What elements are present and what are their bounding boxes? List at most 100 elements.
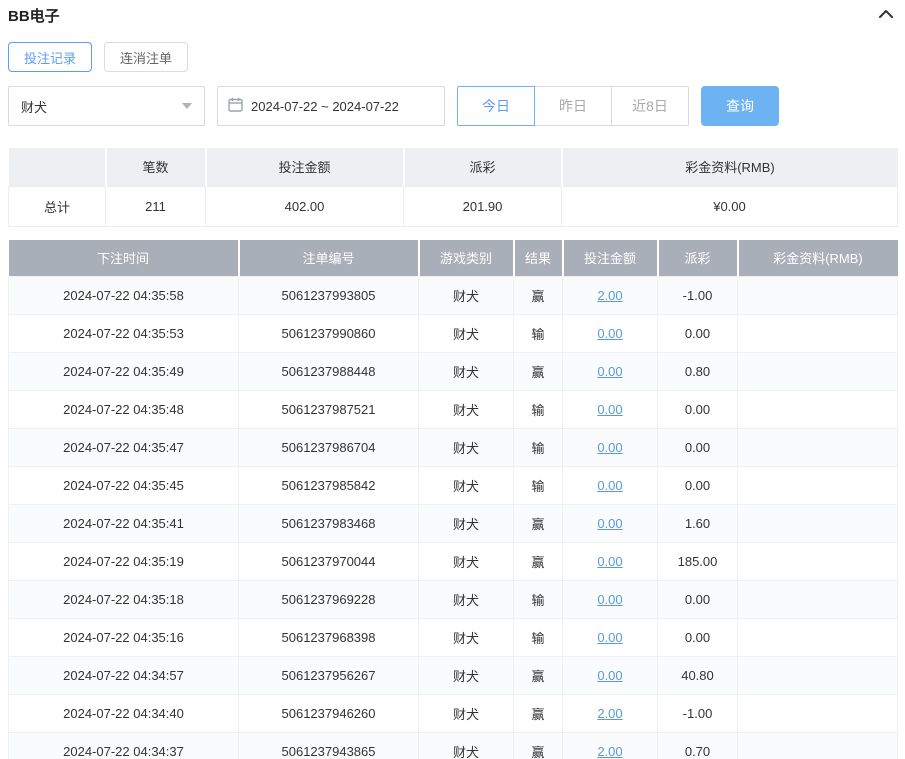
- bet-amount-link[interactable]: 2.00: [597, 288, 622, 303]
- row-order-id: 5061237970044: [238, 542, 419, 581]
- quick-range-last8days-button[interactable]: 近8日: [611, 86, 689, 126]
- table-row: 2024-07-22 04:34:37 5061237943865 财犬赢 2.00 0…: [8, 732, 898, 759]
- row-result: 输: [513, 580, 563, 619]
- row-bet-time: 2024-07-22 04:35:48: [8, 390, 239, 429]
- row-result: 赢: [513, 352, 563, 391]
- summary-header-bet-amount: 投注金额: [204, 148, 404, 186]
- date-range-picker[interactable]: 2024-07-22 ~ 2024-07-22: [217, 86, 445, 126]
- quick-range-group: 今日 昨日 近8日: [457, 86, 689, 126]
- row-order-id: 5061237987521: [238, 390, 419, 429]
- row-order-id: 5061237983468: [238, 504, 419, 543]
- row-bet-time: 2024-07-22 04:35:53: [8, 314, 239, 353]
- date-range-value: 2024-07-22 ~ 2024-07-22: [251, 98, 399, 114]
- tab-label: 连消注单: [120, 50, 173, 66]
- row-game-type: 财犬: [418, 352, 514, 391]
- summary-bet-amount-value: 402.00: [205, 185, 404, 227]
- row-result: 赢: [513, 542, 563, 581]
- row-bet-amount-cell: 0.00: [562, 542, 658, 581]
- row-order-id: 5061237985842: [238, 466, 419, 505]
- bet-amount-link[interactable]: 0.00: [597, 364, 622, 379]
- collapse-panel-button[interactable]: [875, 4, 897, 27]
- row-game-type: 财犬: [418, 732, 514, 759]
- game-select[interactable]: 财犬: [8, 86, 205, 126]
- tab-bet-records[interactable]: 投注记录: [8, 42, 93, 72]
- table-row: 2024-07-22 04:35:53 5061237990860 财犬输 0.00 0…: [8, 314, 898, 353]
- quick-range-today-button[interactable]: 今日: [457, 86, 535, 126]
- summary-header-bonus: 彩金资料(RMB): [560, 148, 898, 186]
- bet-amount-link[interactable]: 0.00: [597, 326, 622, 341]
- bet-amount-link[interactable]: 0.00: [597, 592, 622, 607]
- bet-amount-link[interactable]: 0.00: [597, 630, 622, 645]
- row-bonus: [737, 732, 898, 759]
- bet-table-body: 2024-07-22 04:35:58 5061237993805 财犬赢 2.00-…: [8, 276, 898, 759]
- bet-amount-link[interactable]: 0.00: [597, 440, 622, 455]
- row-bonus: [737, 694, 898, 733]
- row-game-type: 财犬: [418, 580, 514, 619]
- row-result: 输: [513, 314, 563, 353]
- summary-header-row: 笔数 投注金额 派彩 彩金资料(RMB): [8, 148, 898, 186]
- header-payout: 派彩: [656, 239, 738, 277]
- bet-amount-link[interactable]: 2.00: [597, 744, 622, 759]
- table-row: 2024-07-22 04:34:57 5061237956267 财犬赢 0.00 4…: [8, 656, 898, 695]
- row-bet-time: 2024-07-22 04:35:47: [8, 428, 239, 467]
- row-bet-time: 2024-07-22 04:35:45: [8, 466, 239, 505]
- table-row: 2024-07-22 04:35:18 5061237969228 财犬输 0.00 0…: [8, 580, 898, 619]
- row-result: 输: [513, 466, 563, 505]
- row-result: 赢: [513, 694, 563, 733]
- row-bonus: [737, 618, 898, 657]
- row-payout: -1.00: [657, 276, 738, 315]
- row-bet-amount-cell: 0.00: [562, 618, 658, 657]
- row-payout: 0.00: [657, 314, 738, 353]
- chevron-down-icon: [182, 103, 192, 109]
- row-bonus: [737, 314, 898, 353]
- row-payout: 40.80: [657, 656, 738, 695]
- summary-payout-value: 201.90: [403, 185, 562, 227]
- tab-cancelled-orders[interactable]: 连消注单: [104, 42, 189, 72]
- bet-amount-link[interactable]: 0.00: [597, 516, 622, 531]
- table-row: 2024-07-22 04:35:19 5061237970044 财犬赢 0.00 1…: [8, 542, 898, 581]
- row-bet-amount-cell: 2.00: [562, 276, 658, 315]
- calendar-icon: [228, 97, 243, 115]
- bet-table-header-row: 下注时间 注单编号 游戏类别 结果 投注金额 派彩 彩金资料(RMB): [8, 239, 898, 277]
- row-bet-time: 2024-07-22 04:35:41: [8, 504, 239, 543]
- row-bet-amount-cell: 0.00: [562, 656, 658, 695]
- row-bet-amount-cell: 0.00: [562, 390, 658, 429]
- table-row: 2024-07-22 04:35:58 5061237993805 财犬赢 2.00 -…: [8, 276, 898, 315]
- row-bonus: [737, 656, 898, 695]
- row-bet-amount-cell: 0.00: [562, 314, 658, 353]
- row-result: 输: [513, 428, 563, 467]
- row-bet-amount-cell: 0.00: [562, 352, 658, 391]
- row-payout: 0.70: [657, 732, 738, 759]
- row-bet-time: 2024-07-22 04:35:18: [8, 580, 239, 619]
- header-bonus: 彩金资料(RMB): [736, 239, 898, 277]
- row-game-type: 财犬: [418, 276, 514, 315]
- table-row: 2024-07-22 04:35:16 5061237968398 财犬输 0.00 0…: [8, 618, 898, 657]
- game-select-value: 财犬: [21, 99, 48, 115]
- row-bet-time: 2024-07-22 04:35:16: [8, 618, 239, 657]
- row-bonus: [737, 352, 898, 391]
- row-bonus: [737, 276, 898, 315]
- record-tabs: 投注记录 连消注单: [8, 42, 897, 72]
- summary-header-payout: 派彩: [402, 148, 562, 186]
- row-order-id: 5061237946260: [238, 694, 419, 733]
- row-order-id: 5061237969228: [238, 580, 419, 619]
- bet-amount-link[interactable]: 0.00: [597, 402, 622, 417]
- quick-range-yesterday-button[interactable]: 昨日: [534, 86, 612, 126]
- table-row: 2024-07-22 04:35:45 5061237985842 财犬输 0.00 0…: [8, 466, 898, 505]
- summary-count-value: 211: [105, 185, 206, 227]
- page-title: BB电子: [8, 8, 60, 25]
- bet-amount-link[interactable]: 0.00: [597, 478, 622, 493]
- row-bet-time: 2024-07-22 04:34:37: [8, 732, 239, 759]
- bet-amount-link[interactable]: 0.00: [597, 668, 622, 683]
- row-payout: 0.00: [657, 390, 738, 429]
- row-order-id: 5061237943865: [238, 732, 419, 759]
- row-payout: 0.00: [657, 618, 738, 657]
- summary-header-count: 笔数: [104, 148, 206, 186]
- row-order-id: 5061237988448: [238, 352, 419, 391]
- row-payout: -1.00: [657, 694, 738, 733]
- bet-amount-link[interactable]: 0.00: [597, 554, 622, 569]
- bet-amount-link[interactable]: 2.00: [597, 706, 622, 721]
- row-payout: 0.00: [657, 580, 738, 619]
- table-row: 2024-07-22 04:35:41 5061237983468 财犬赢 0.00 1…: [8, 504, 898, 543]
- search-button[interactable]: 查询: [701, 86, 779, 126]
